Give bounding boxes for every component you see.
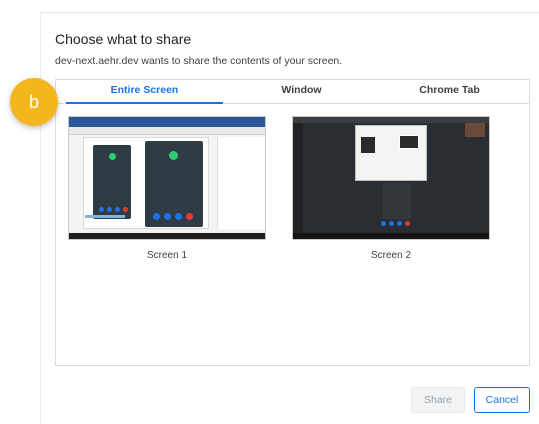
- word-ribbon: [69, 117, 265, 127]
- end-call-icon: [405, 221, 410, 226]
- tab-chrome-tab[interactable]: Chrome Tab: [371, 80, 528, 104]
- screen-2-label: Screen 2: [370, 250, 412, 261]
- share-dialog: Choose what to share dev-next.aehr.dev w…: [40, 12, 539, 424]
- mic-icon: [107, 207, 112, 212]
- step-marker-badge: b: [10, 78, 58, 126]
- app-sidebar: [293, 123, 303, 235]
- video-icon: [153, 213, 160, 220]
- tab-entire-screen[interactable]: Entire Screen: [66, 80, 223, 104]
- share-window-preview: [355, 125, 427, 181]
- preview-thumb-2: [399, 135, 419, 149]
- app-topbar: [293, 117, 489, 123]
- video-icon: [381, 221, 386, 226]
- mic-icon: [164, 213, 171, 220]
- word-toolbar: [69, 127, 265, 135]
- call-icon: [169, 151, 178, 160]
- share-button[interactable]: Share: [411, 387, 465, 413]
- end-call-icon: [186, 213, 193, 220]
- screen-1-option[interactable]: Screen 1: [68, 116, 266, 261]
- taskbar: [69, 233, 265, 239]
- video-icon: [99, 207, 104, 212]
- phone-mockup-small: [93, 145, 131, 219]
- tab-window[interactable]: Window: [223, 80, 380, 104]
- taskbar: [293, 233, 489, 239]
- preview-thumb-1: [361, 137, 375, 153]
- mic-icon: [389, 221, 394, 226]
- screen-2-option[interactable]: Screen 2: [292, 116, 490, 261]
- dialog-subtitle: dev-next.aehr.dev wants to share the con…: [55, 55, 343, 67]
- call-icon: [109, 153, 116, 160]
- camera-preview: [465, 123, 485, 137]
- share-icon: [175, 213, 182, 220]
- end-call-icon: [123, 207, 128, 212]
- share-icon: [115, 207, 120, 212]
- source-tabs: Entire Screen Window Chrome Tab: [56, 80, 529, 104]
- screen-1-label: Screen 1: [146, 250, 188, 261]
- document-sidebar: [217, 137, 265, 229]
- screen-1-thumbnail: [68, 116, 266, 240]
- context-menu: [383, 183, 411, 219]
- background-strip: [0, 0, 40, 424]
- dialog-title: Choose what to share: [55, 31, 192, 47]
- screen-2-thumbnail: [292, 116, 490, 240]
- share-icon: [397, 221, 402, 226]
- cancel-button[interactable]: Cancel: [474, 387, 530, 413]
- phone-mockup-large: [145, 141, 203, 227]
- document-link: [85, 215, 125, 218]
- share-panel: Entire Screen Window Chrome Tab Screen 1…: [55, 79, 530, 366]
